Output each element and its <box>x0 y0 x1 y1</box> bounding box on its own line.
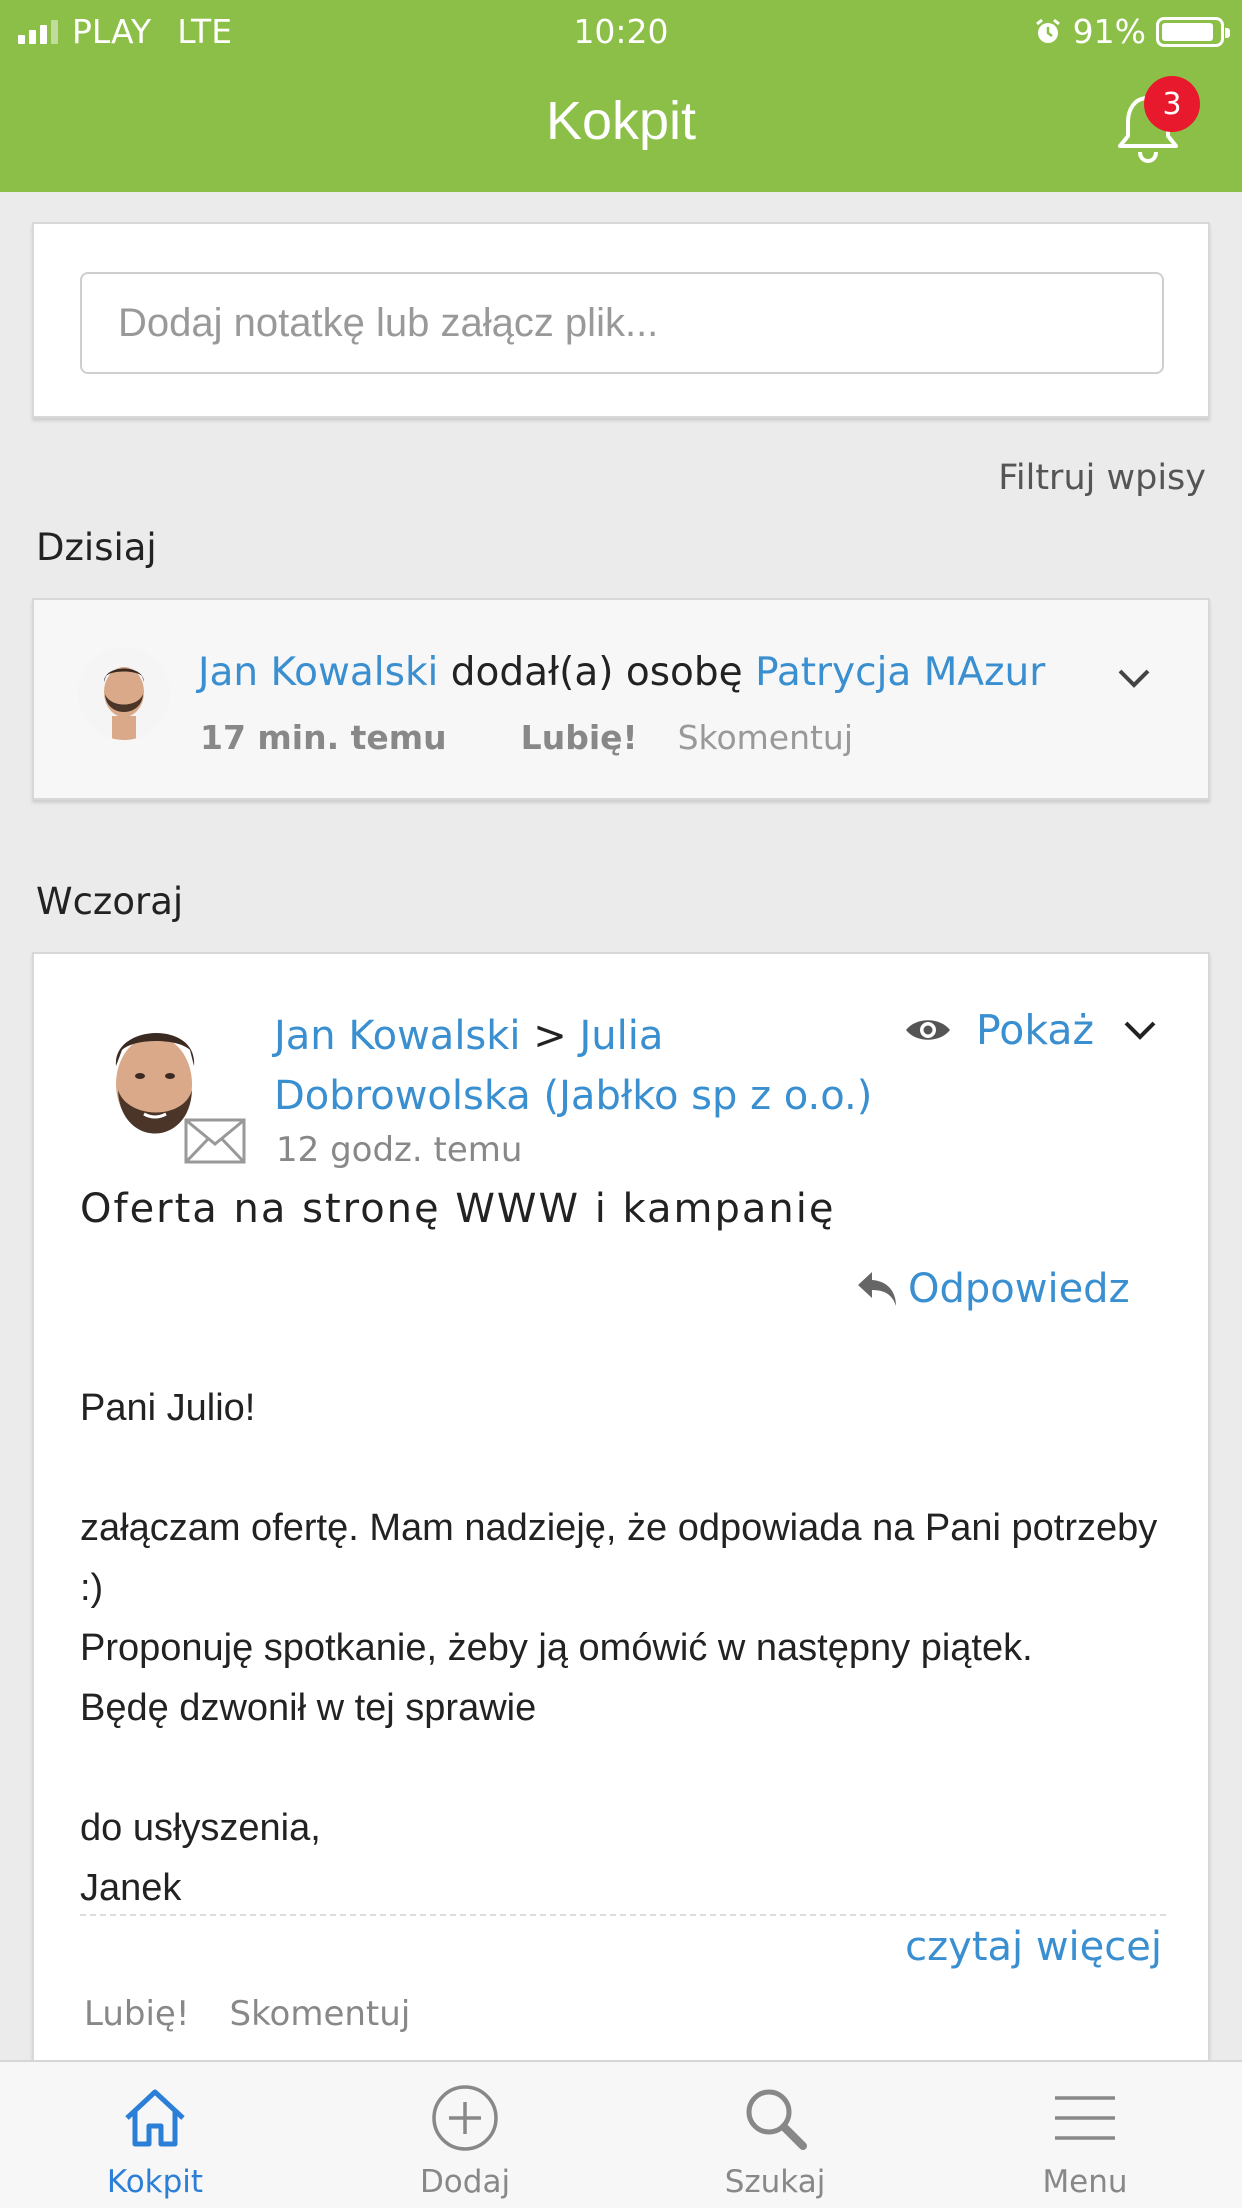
page-title: Kokpit <box>545 91 697 151</box>
activity-meta: 17 min. temu Lubię! Skomentuj <box>200 718 853 757</box>
menu-icon <box>1055 2096 1115 2140</box>
email-body-line <box>80 1438 1180 1498</box>
tab-dodaj[interactable]: Dodaj <box>310 2062 620 2208</box>
email-body-line: do usłyszenia, <box>80 1807 321 1849</box>
email-header: Jan Kowalski > Julia Dobrowolska (Jabłko… <box>274 1006 914 1126</box>
divider <box>80 1914 1166 1916</box>
eye-icon <box>906 1020 950 1040</box>
battery-icon <box>1156 16 1230 47</box>
section-today: Dzisiaj <box>36 526 157 569</box>
notification-badge[interactable]: 3 <box>1144 76 1200 132</box>
email-arrow: > <box>520 1013 580 1059</box>
reply-icon <box>858 1272 896 1306</box>
activity-author-link[interactable]: Jan Kowalski <box>198 650 438 695</box>
email-body-line <box>80 1738 1180 1798</box>
email-body-line: załączam ofertę. Mam nadzieję, że odpowi… <box>80 1507 1158 1609</box>
tab-menu[interactable]: Menu <box>930 2062 1240 2208</box>
alarm-icon <box>1035 18 1060 43</box>
section-yesterday: Wczoraj <box>36 880 184 923</box>
activity-target-link[interactable]: Patrycja MAzur <box>755 650 1045 695</box>
read-more-link[interactable]: czytaj więcej <box>905 1924 1162 1970</box>
show-label[interactable]: Pokaż <box>976 1006 1094 1054</box>
activity-like-button[interactable]: Lubię! <box>521 718 638 757</box>
filter-entries-button[interactable]: Filtruj wpisy <box>998 458 1206 498</box>
status-right: 91% <box>1033 12 1230 51</box>
activity-card: Jan Kowalski dodał(a) osobę Patrycja MAz… <box>32 598 1210 800</box>
avatar[interactable] <box>78 648 170 740</box>
email-like-button[interactable]: Lubię! <box>84 1994 189 2034</box>
email-body-line: Będę dzwonił w tej sprawie <box>80 1687 537 1729</box>
email-actions: Lubię! Skomentuj <box>84 1994 410 2034</box>
activity-action: dodał(a) osobę <box>438 650 756 695</box>
note-card: Dodaj notatkę lub załącz plik... <box>32 222 1210 418</box>
email-card: Jan Kowalski > Julia Dobrowolska (Jabłko… <box>32 952 1210 2072</box>
email-body-line: Proponuję spotkanie, żeby ją omówić w na… <box>80 1627 1033 1669</box>
activity-time: 17 min. temu <box>200 718 447 757</box>
status-bar: PLAY LTE 10:20 91% <box>0 0 1242 62</box>
app-header: PLAY LTE 10:20 91% Kokpit 3 <box>0 0 1242 192</box>
tab-label: Menu <box>1042 2164 1128 2200</box>
activity-text: Jan Kowalski dodał(a) osobę Patrycja MAz… <box>198 650 1045 695</box>
reply-button[interactable]: Odpowiedz <box>854 1266 1130 1312</box>
search-icon <box>746 2089 807 2150</box>
note-input[interactable]: Dodaj notatkę lub załącz plik... <box>80 272 1164 374</box>
battery-percent: 91% <box>1072 12 1146 51</box>
tab-kokpit[interactable]: Kokpit <box>0 2062 310 2208</box>
activity-comment-button[interactable]: Skomentuj <box>678 718 853 757</box>
email-body-line: Pani Julio! <box>80 1387 256 1429</box>
mail-icon <box>184 1118 246 1164</box>
reply-label[interactable]: Odpowiedz <box>908 1266 1130 1312</box>
tab-label: Kokpit <box>106 2164 204 2200</box>
email-body: Pani Julio! załączam ofertę. Mam nadzieję… <box>80 1378 1180 1918</box>
chevron-down-icon[interactable] <box>1114 658 1154 698</box>
email-author-link[interactable]: Jan Kowalski <box>274 1013 521 1059</box>
tab-label: Szukaj <box>724 2164 826 2200</box>
tab-bar: Kokpit Dodaj Szukaj Menu <box>0 2060 1242 2208</box>
plus-circle-icon <box>432 2085 498 2151</box>
battery-fill <box>1162 22 1213 41</box>
user-avatar-icon <box>78 648 170 740</box>
email-time: 12 godz. temu <box>276 1130 523 1170</box>
show-toggle[interactable]: Pokaż <box>904 1006 1160 1054</box>
home-icon <box>125 2089 185 2147</box>
email-comment-button[interactable]: Skomentuj <box>229 1994 410 2034</box>
email-body-line: Janek <box>80 1867 182 1909</box>
email-subject: Oferta na stronę WWW i kampanię <box>80 1186 836 1232</box>
tab-szukaj[interactable]: Szukaj <box>620 2062 930 2208</box>
chevron-down-icon[interactable] <box>1120 1010 1160 1050</box>
tab-label: Dodaj <box>419 2164 511 2200</box>
